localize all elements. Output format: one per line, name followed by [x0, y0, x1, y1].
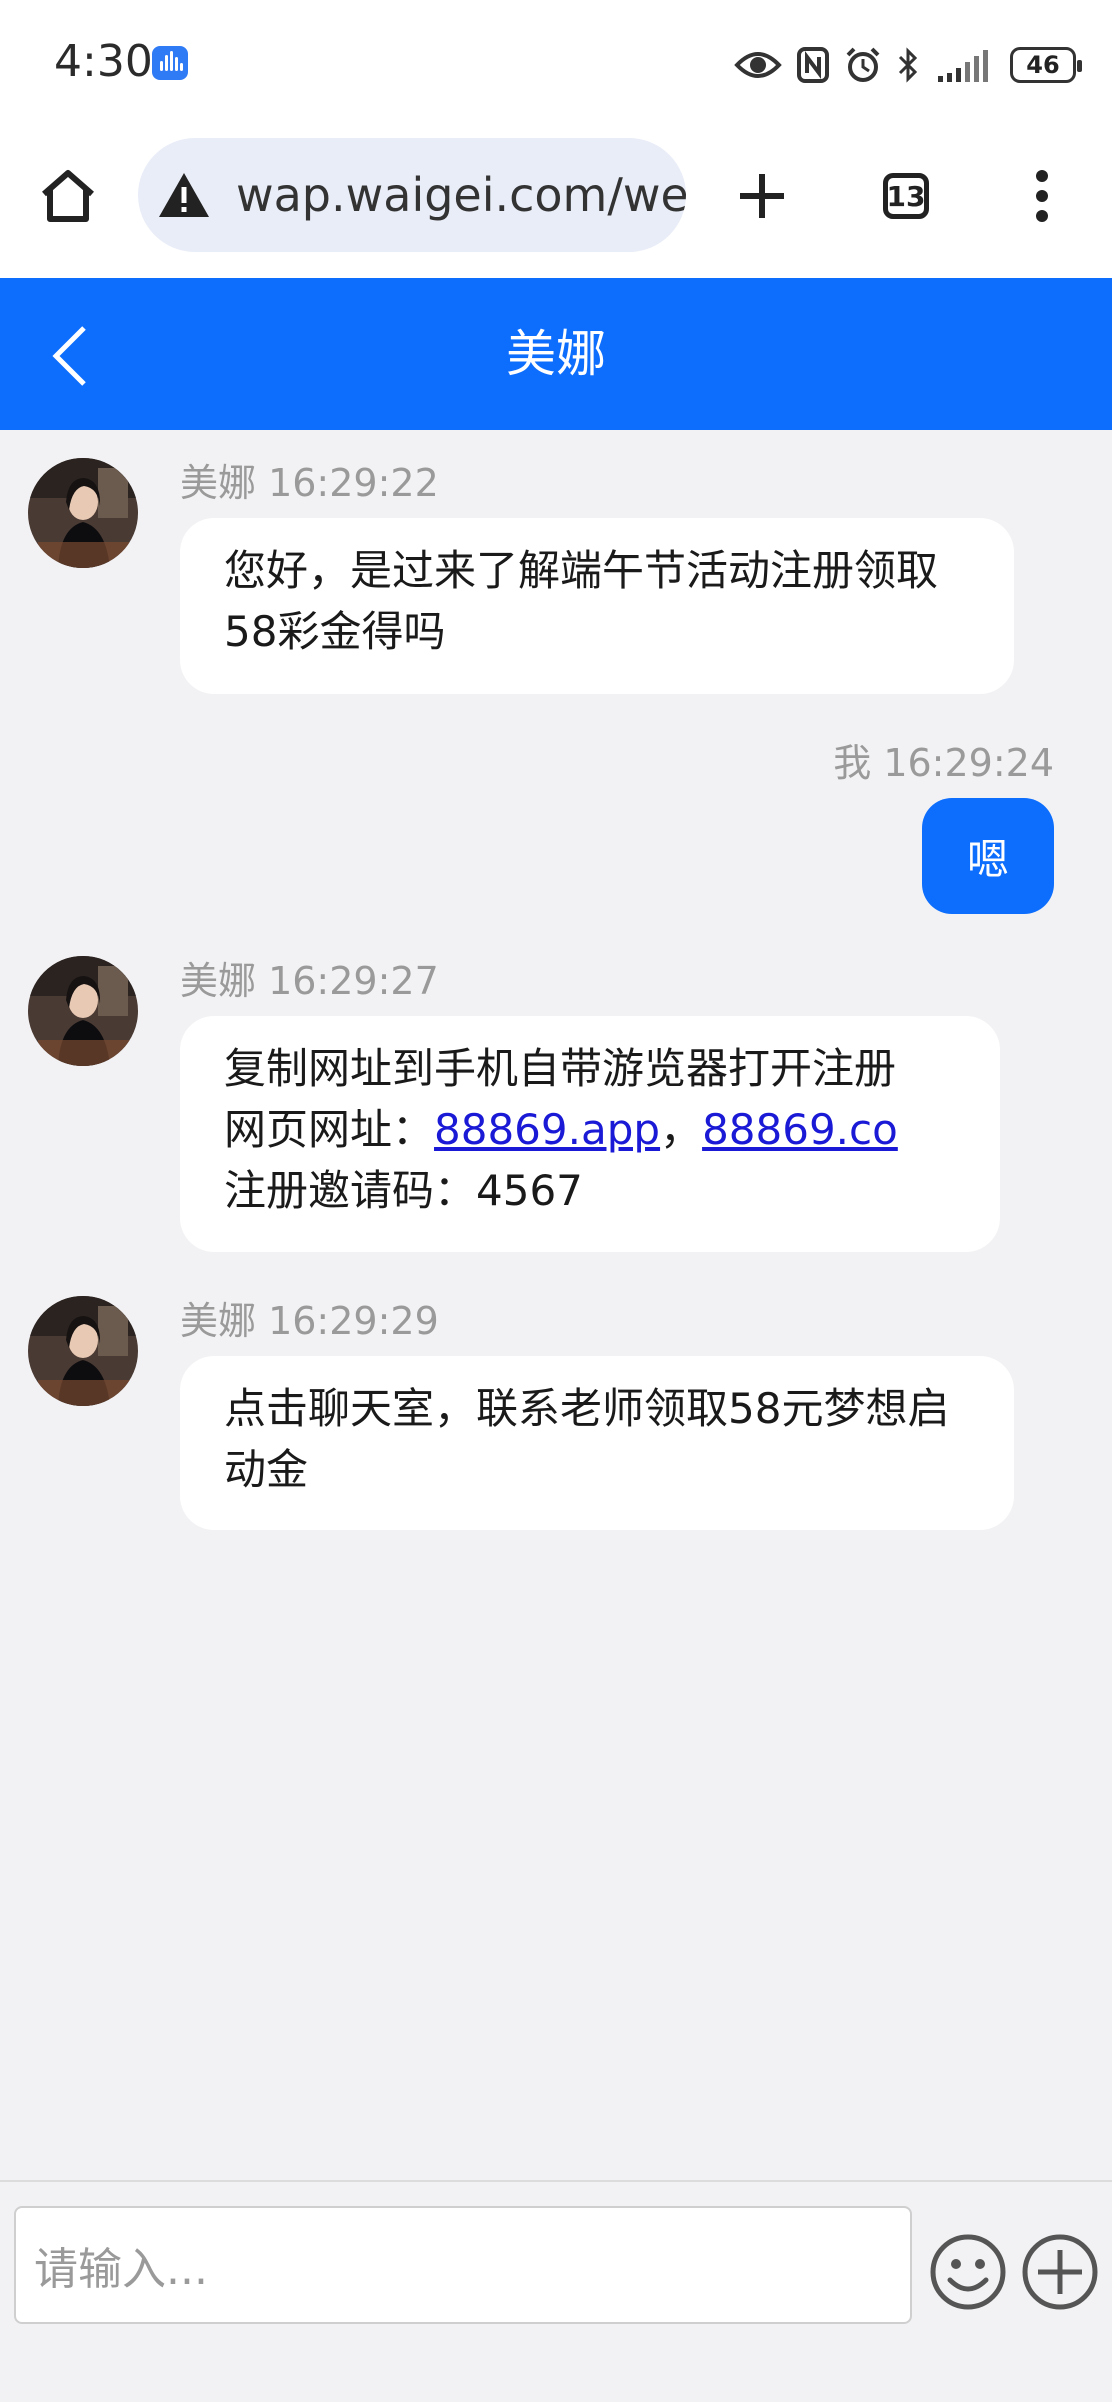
emoji-icon[interactable] [928, 2232, 1008, 2312]
message-line: 注册邀请码：4567 [224, 1166, 583, 1215]
separator: ， [660, 1105, 703, 1154]
home-button[interactable] [18, 128, 118, 264]
input-placeholder: 请输入... [34, 2244, 208, 2295]
message-text: 点击聊天室，联系老师领取58元梦想启动金 [224, 1384, 950, 1494]
link-88869-app[interactable]: 88869.app [434, 1105, 660, 1154]
more-icon [1036, 170, 1048, 222]
message-text: 网页网址： [224, 1105, 435, 1154]
url-bar[interactable]: wap.waigei.com/web [138, 138, 686, 252]
link-88869-co[interactable]: 88869.co [702, 1105, 898, 1154]
new-tab-icon [740, 174, 784, 218]
home-icon [42, 170, 94, 222]
message-meta-own: 我 16:29:24 [833, 741, 1054, 785]
tab-count: 13 [886, 179, 926, 213]
chat-title: 美娜 [506, 325, 606, 383]
more-menu-button[interactable] [992, 128, 1092, 264]
status-icons: 46 [734, 40, 1082, 90]
message-text: 嗯 [966, 834, 1009, 884]
new-tab-button[interactable] [712, 128, 812, 264]
back-button[interactable] [30, 316, 110, 396]
message-bubble: 点击聊天室，联系老师领取58元梦想启动金 [180, 1356, 1014, 1530]
url-text[interactable]: wap.waigei.com/web [236, 168, 686, 222]
back-arrow-icon [52, 326, 86, 386]
chat-header: 美娜 [0, 278, 1112, 430]
status-time: 4:30 [54, 36, 153, 87]
battery-icon: 46 [1010, 47, 1082, 83]
own-message-bubble: 嗯 [922, 798, 1054, 914]
message-bubble: 您好，是过来了解端午节活动注册领取58彩金得吗 [180, 518, 1014, 694]
message-text: 您好，是过来了解端午节活动注册领取58彩金得吗 [224, 546, 939, 656]
message-meta: 美娜 16:29:22 [180, 461, 439, 505]
add-icon[interactable] [1020, 2232, 1100, 2312]
message-meta: 美娜 16:29:27 [180, 959, 439, 1003]
message-line: 网页网址：88869.app，88869.co [224, 1099, 956, 1160]
message-line: 复制网址到手机自带游览器打开注册 [224, 1044, 897, 1093]
browser-toolbar: wap.waigei.com/web 13 [0, 128, 1112, 279]
alarm-icon [846, 47, 880, 82]
signal-icon [938, 50, 988, 82]
status-bar: 4:30 46 [0, 0, 1112, 128]
message-meta: 美娜 16:29:29 [180, 1299, 439, 1343]
eye-icon [734, 52, 782, 78]
message-input[interactable]: 请输入... [14, 2206, 912, 2324]
message-bubble: 复制网址到手机自带游览器打开注册 网页网址：88869.app，88869.co… [180, 1016, 1000, 1252]
avatar[interactable] [28, 956, 138, 1066]
avatar[interactable] [28, 1296, 138, 1406]
voice-app-icon [152, 46, 188, 80]
avatar[interactable] [28, 458, 138, 568]
bluetooth-icon [898, 47, 918, 83]
input-bar: 请输入... [0, 2180, 1112, 2402]
nfc-icon [797, 47, 829, 83]
tab-switcher-button[interactable]: 13 [856, 128, 956, 264]
tab-count-icon: 13 [883, 173, 929, 219]
warning-icon[interactable] [156, 170, 212, 220]
battery-level: 46 [1026, 51, 1060, 79]
